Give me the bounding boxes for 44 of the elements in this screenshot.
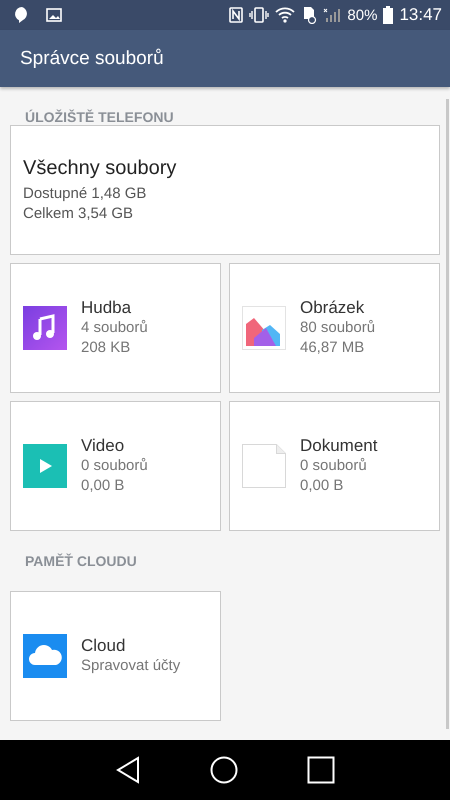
card-detail: 0,00 B	[300, 476, 344, 496]
card-title: Dokument	[300, 436, 378, 456]
card-detail: 208 KB	[81, 338, 132, 358]
card-title: Hudba	[81, 298, 132, 318]
card-title: Video	[81, 436, 126, 456]
mountains-icon	[242, 306, 286, 350]
storage-card[interactable]: Obrázek 80 souborů 46,87 MB	[229, 263, 440, 393]
music-note-icon	[23, 306, 67, 350]
cloud-icon	[23, 634, 67, 678]
sd-card-icon	[301, 6, 318, 24]
battery-percentage: 80%	[347, 6, 378, 24]
app-title: Správce souborů	[20, 48, 164, 70]
card-detail: 0 souborů	[300, 456, 368, 476]
card-detail: Spravovat účty	[81, 656, 180, 676]
card-detail: 80 souborů	[300, 318, 376, 338]
image-icon	[46, 8, 62, 22]
wifi-icon	[275, 7, 296, 23]
card-detail: 0 souborů	[81, 456, 148, 476]
clock: 13:47	[399, 5, 442, 25]
nfc-icon	[229, 7, 244, 23]
signal-icon	[323, 7, 342, 23]
storage-card[interactable]: Cloud Spravovat účty	[10, 591, 221, 721]
play-icon	[23, 444, 67, 488]
section-header: ÚLOŽIŠTĚ TELEFONU	[24, 108, 175, 125]
battery-icon	[383, 6, 394, 24]
document-icon	[242, 444, 286, 488]
chat-bubble-icon	[14, 6, 30, 24]
card-detail: 4 souborů	[81, 318, 148, 338]
card-detail: Celkem 3,54 GB	[23, 204, 134, 224]
card-title: Obrázek	[300, 298, 366, 318]
back-icon[interactable]	[114, 756, 141, 784]
section-header: PAMĚŤ CLOUDU	[24, 552, 138, 571]
card-detail: 0,00 B	[81, 476, 126, 496]
storage-card[interactable]: Video 0 souborů 0,00 B	[10, 401, 221, 531]
card-detail: 46,87 MB	[300, 338, 366, 358]
storage-card[interactable]: Hudba 4 souborů 208 KB	[10, 263, 221, 393]
storage-card[interactable]: Všechny soubory Dostupné 1,48 GB Celkem 3,54 GB	[10, 125, 440, 255]
card-title: Cloud	[81, 636, 126, 656]
storage-card[interactable]: Dokument 0 souborů 0,00 B	[229, 401, 440, 531]
card-title: Všechny soubory	[23, 156, 176, 180]
card-detail: Dostupné 1,48 GB	[23, 184, 148, 204]
vibrate-icon	[249, 7, 270, 23]
recents-icon[interactable]	[307, 756, 336, 784]
home-icon[interactable]	[210, 756, 238, 784]
